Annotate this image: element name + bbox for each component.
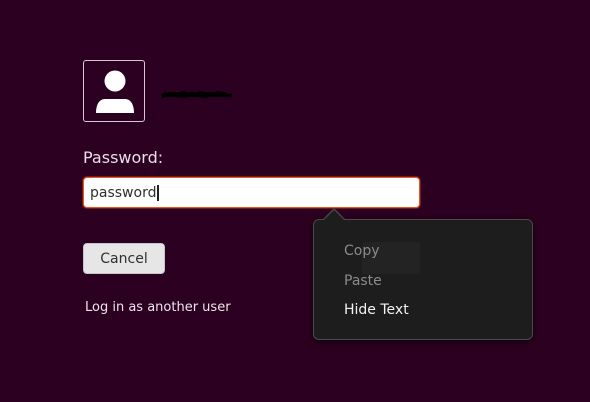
- context-menu: Copy Paste Hide Text: [313, 219, 533, 340]
- password-label: Password:: [83, 148, 164, 167]
- context-menu-pointer-fill: [323, 210, 345, 221]
- cancel-button[interactable]: Cancel: [83, 243, 165, 274]
- menu-item-copy[interactable]: Copy: [344, 243, 380, 259]
- user-icon: [96, 70, 134, 113]
- menu-item-paste[interactable]: Paste: [344, 273, 382, 289]
- password-field-value: password: [90, 184, 157, 201]
- log-in-as-another-user-link[interactable]: Log in as another user: [85, 300, 231, 315]
- password-field[interactable]: password: [83, 177, 420, 208]
- user-avatar: [83, 60, 145, 122]
- redacted-username: [162, 91, 232, 98]
- menu-item-hide-text[interactable]: Hide Text: [344, 302, 409, 318]
- text-cursor: [157, 184, 160, 201]
